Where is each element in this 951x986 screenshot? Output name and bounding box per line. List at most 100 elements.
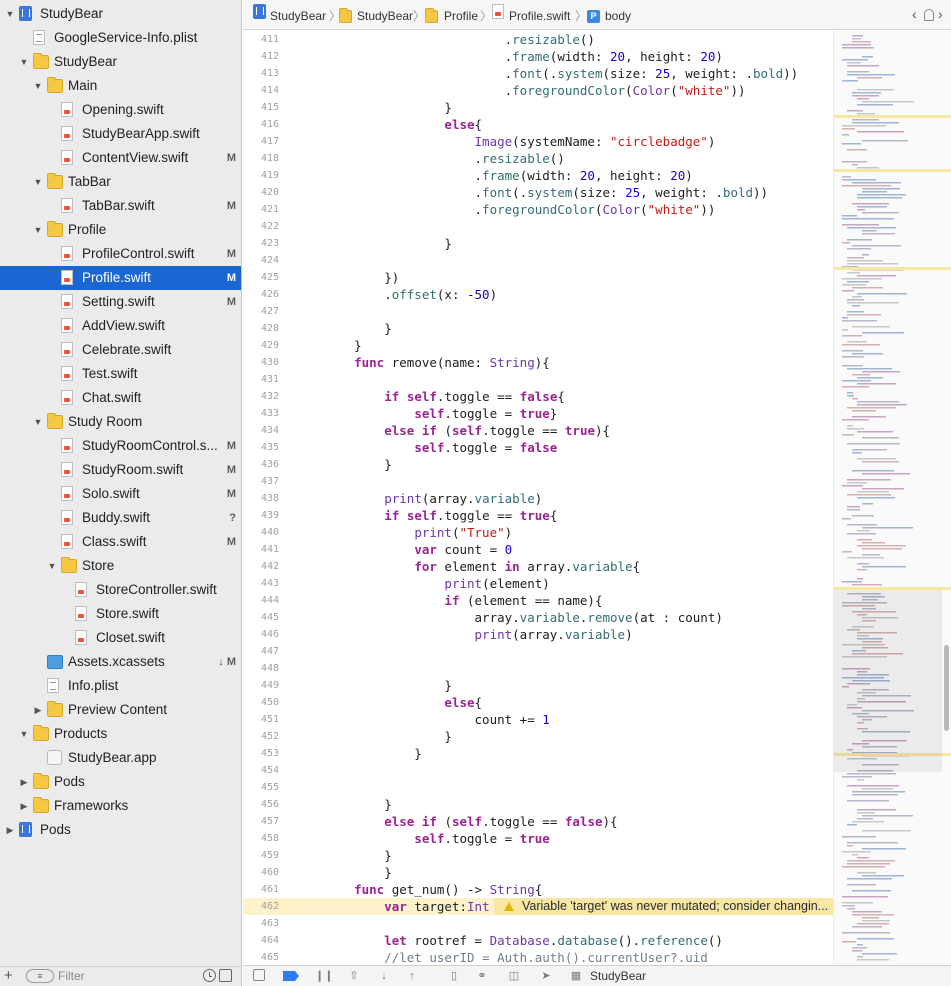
navigator-item[interactable]: ▼ TabBar bbox=[0, 170, 241, 194]
line-number[interactable]: 456 bbox=[243, 796, 279, 813]
step-over-icon[interactable]: ⇧ bbox=[347, 969, 361, 983]
line-number[interactable]: 455 bbox=[243, 779, 279, 796]
navigator-item[interactable]: ▼ StudyBear bbox=[0, 2, 241, 26]
line-number[interactable]: 461 bbox=[243, 881, 279, 898]
line-number[interactable]: 451 bbox=[243, 711, 279, 728]
source-control-filter-icon[interactable] bbox=[219, 969, 232, 982]
forward-arrow-icon[interactable]: › bbox=[938, 6, 943, 22]
code-line[interactable]: 445 array.variable.remove(at : count) bbox=[243, 609, 833, 626]
line-number[interactable]: 439 bbox=[243, 507, 279, 524]
line-number[interactable]: 423 bbox=[243, 235, 279, 252]
navigator-item[interactable]: Celebrate.swift bbox=[0, 338, 241, 362]
code-line[interactable]: 451 count += 1 bbox=[243, 711, 833, 728]
code-line[interactable]: 411 .resizable() bbox=[243, 31, 833, 48]
code-line[interactable]: 425 }) bbox=[243, 269, 833, 286]
code-line[interactable]: 423 } bbox=[243, 235, 833, 252]
line-number[interactable]: 433 bbox=[243, 405, 279, 422]
code-line[interactable]: 463 bbox=[243, 915, 833, 932]
line-number[interactable]: 417 bbox=[243, 133, 279, 150]
navigator-item[interactable]: ProfileControl.swift M bbox=[0, 242, 241, 266]
breadcrumb-file[interactable]: Profile.swift bbox=[509, 8, 570, 24]
navigator-item[interactable]: Assets.xcassets ↓ M bbox=[0, 650, 241, 674]
line-number[interactable]: 438 bbox=[243, 490, 279, 507]
line-number[interactable]: 452 bbox=[243, 728, 279, 745]
disclosure-open-icon[interactable]: ▼ bbox=[32, 410, 44, 434]
breakpoints-toggle-icon[interactable] bbox=[283, 971, 299, 981]
code-line[interactable]: 458 self.toggle = true bbox=[243, 830, 833, 847]
code-line[interactable]: 413 .font(.system(size: 25, weight: .bol… bbox=[243, 65, 833, 82]
code-line[interactable]: 453 } bbox=[243, 745, 833, 762]
code-line[interactable]: 421 .foregroundColor(Color("white")) bbox=[243, 201, 833, 218]
line-number[interactable]: 453 bbox=[243, 745, 279, 762]
code-line[interactable]: 448 bbox=[243, 660, 833, 677]
code-line[interactable]: 419 .frame(width: 20, height: 20) bbox=[243, 167, 833, 184]
line-number[interactable]: 416 bbox=[243, 116, 279, 133]
line-number[interactable]: 458 bbox=[243, 830, 279, 847]
code-line[interactable]: 465 //let userID = Auth.auth().currentUs… bbox=[243, 949, 833, 965]
navigator-item[interactable]: ▶ Preview Content bbox=[0, 698, 241, 722]
code-line[interactable]: 439 if self.toggle == true{ bbox=[243, 507, 833, 524]
navigator-item[interactable]: Closet.swift bbox=[0, 626, 241, 650]
navigator-item[interactable]: StoreController.swift bbox=[0, 578, 241, 602]
code-line[interactable]: 454 bbox=[243, 762, 833, 779]
code-line[interactable]: 456 } bbox=[243, 796, 833, 813]
code-line[interactable]: 424 bbox=[243, 252, 833, 269]
line-number[interactable]: 437 bbox=[243, 473, 279, 490]
line-number[interactable]: 411 bbox=[243, 31, 279, 48]
line-number[interactable]: 428 bbox=[243, 320, 279, 337]
line-number[interactable]: 422 bbox=[243, 218, 279, 235]
code-line[interactable]: 438 print(array.variable) bbox=[243, 490, 833, 507]
code-line[interactable]: 452 } bbox=[243, 728, 833, 745]
step-out-icon[interactable]: ↑ bbox=[405, 969, 419, 983]
filter-input[interactable]: Filter bbox=[58, 968, 85, 984]
line-number[interactable]: 431 bbox=[243, 371, 279, 388]
code-line[interactable]: 428 } bbox=[243, 320, 833, 337]
code-line[interactable]: 417 Image(systemName: "circlebadge") bbox=[243, 133, 833, 150]
line-number[interactable]: 442 bbox=[243, 558, 279, 575]
line-number[interactable]: 413 bbox=[243, 65, 279, 82]
line-number[interactable]: 463 bbox=[243, 915, 279, 932]
navigator-item[interactable]: Store.swift bbox=[0, 602, 241, 626]
navigator-item[interactable]: ▼ Study Room bbox=[0, 410, 241, 434]
disclosure-open-icon[interactable]: ▼ bbox=[32, 170, 44, 194]
disclosure-open-icon[interactable]: ▼ bbox=[18, 722, 30, 746]
disclosure-open-icon[interactable]: ▼ bbox=[32, 218, 44, 242]
line-number[interactable]: 435 bbox=[243, 439, 279, 456]
navigator-item[interactable]: StudyBear.app bbox=[0, 746, 241, 770]
disclosure-closed-icon[interactable]: ▶ bbox=[4, 818, 16, 842]
line-number[interactable]: 449 bbox=[243, 677, 279, 694]
code-line[interactable]: 440 print("True") bbox=[243, 524, 833, 541]
disclosure-open-icon[interactable]: ▼ bbox=[4, 2, 16, 26]
recent-files-icon[interactable] bbox=[203, 969, 216, 982]
line-number[interactable]: 436 bbox=[243, 456, 279, 473]
simulate-location-icon[interactable]: ➤ bbox=[539, 969, 553, 983]
disclosure-closed-icon[interactable]: ▶ bbox=[18, 794, 30, 818]
code-line[interactable]: 427 bbox=[243, 303, 833, 320]
code-line[interactable]: 455 bbox=[243, 779, 833, 796]
disclosure-closed-icon[interactable]: ▶ bbox=[32, 698, 44, 722]
navigator-item[interactable]: AddView.swift bbox=[0, 314, 241, 338]
breadcrumb-group[interactable]: StudyBear bbox=[357, 8, 413, 24]
hide-debug-area-icon[interactable] bbox=[253, 969, 265, 981]
add-file-button[interactable]: + bbox=[4, 968, 13, 984]
vertical-scrollbar[interactable] bbox=[944, 645, 949, 731]
navigator-item[interactable]: Info.plist bbox=[0, 674, 241, 698]
breadcrumb-symbol[interactable]: body bbox=[605, 8, 631, 24]
navigator-item[interactable]: StudyBearApp.swift bbox=[0, 122, 241, 146]
line-number[interactable]: 420 bbox=[243, 184, 279, 201]
code-line[interactable]: 461 func get_num() -> String{ bbox=[243, 881, 833, 898]
line-number[interactable]: 412 bbox=[243, 48, 279, 65]
code-line[interactable]: 433 self.toggle = true} bbox=[243, 405, 833, 422]
step-into-icon[interactable]: ↓ bbox=[377, 969, 391, 983]
navigator-item[interactable]: TabBar.swift M bbox=[0, 194, 241, 218]
disclosure-open-icon[interactable]: ▼ bbox=[46, 554, 58, 578]
line-number[interactable]: 432 bbox=[243, 388, 279, 405]
navigator-item[interactable]: Test.swift bbox=[0, 362, 241, 386]
code-line[interactable]: 450 else{ bbox=[243, 694, 833, 711]
code-line[interactable]: 441 var count = 0 bbox=[243, 541, 833, 558]
line-number[interactable]: 464 bbox=[243, 932, 279, 949]
line-number[interactable]: 465 bbox=[243, 949, 279, 965]
navigator-item[interactable]: ContentView.swift M bbox=[0, 146, 241, 170]
back-arrow-icon[interactable]: ‹ bbox=[912, 6, 917, 22]
code-line[interactable]: 416 else{ bbox=[243, 116, 833, 133]
